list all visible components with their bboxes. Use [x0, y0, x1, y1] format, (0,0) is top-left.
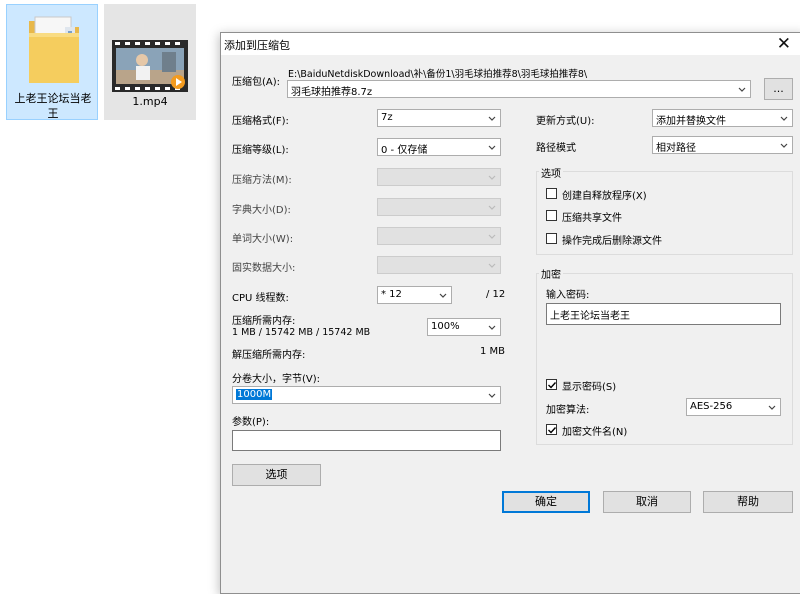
chevron-down-icon: [780, 116, 788, 121]
archive-name-combo[interactable]: 羽毛球拍推荐8.7z: [287, 80, 751, 98]
path-value: 相对路径: [656, 143, 696, 154]
split-select[interactable]: 1000M: [232, 386, 501, 404]
delete-checkbox[interactable]: [546, 233, 557, 244]
dict-select[interactable]: [377, 198, 501, 216]
chevron-down-icon: [768, 405, 776, 410]
solid-select[interactable]: [377, 256, 501, 274]
mem-comp-label: 压缩所需内存:: [232, 316, 296, 327]
password-input[interactable]: 上老王论坛当老王: [546, 303, 781, 325]
chevron-down-icon: [738, 87, 746, 92]
cpu-label: CPU 线程数:: [232, 293, 289, 304]
enc-method-label: 加密算法:: [546, 405, 590, 416]
chevron-down-icon: [488, 116, 496, 121]
chevron-down-icon: [488, 175, 496, 180]
ok-button[interactable]: 确定: [502, 491, 590, 513]
params-input[interactable]: [232, 430, 501, 451]
password-label: 输入密码:: [546, 290, 590, 301]
mem-percent-value: 100%: [431, 321, 460, 332]
options-group-title: 选项: [539, 165, 563, 180]
help-button[interactable]: 帮助: [703, 491, 793, 513]
options-button[interactable]: 选项: [232, 464, 321, 486]
word-select[interactable]: [377, 227, 501, 245]
format-select[interactable]: 7z: [377, 109, 501, 127]
update-value: 添加并替换文件: [656, 116, 726, 127]
chevron-down-icon: [488, 325, 496, 330]
cpu-value: * 12: [381, 289, 402, 300]
show-password-label[interactable]: 显示密码(S): [562, 378, 616, 393]
shared-label[interactable]: 压缩共享文件: [562, 209, 622, 224]
folder-label: 上老王论坛当老王: [14, 92, 92, 120]
close-icon[interactable]: ✕: [777, 34, 791, 54]
mem-decomp-label: 解压缩所需内存:: [232, 350, 306, 361]
method-label: 压缩方法(M):: [232, 175, 292, 186]
split-value: 1000M: [236, 389, 273, 400]
archive-label: 压缩包(A):: [232, 77, 281, 88]
enc-method-select[interactable]: AES-256: [686, 398, 781, 416]
dict-label: 字典大小(D):: [232, 205, 291, 216]
chevron-down-icon: [488, 263, 496, 268]
split-label: 分卷大小，字节(V):: [232, 374, 321, 385]
video-thumbnail-icon: [112, 40, 188, 92]
update-select[interactable]: 添加并替换文件: [652, 109, 793, 127]
sfx-label[interactable]: 创建自释放程序(X): [562, 187, 647, 202]
level-label: 压缩等级(L):: [232, 145, 289, 156]
chevron-down-icon: [488, 145, 496, 150]
desktop-video-item[interactable]: 1.mp4: [104, 4, 196, 120]
cancel-button[interactable]: 取消: [603, 491, 691, 513]
cpu-total: / 12: [486, 289, 506, 300]
path-select[interactable]: 相对路径: [652, 136, 793, 154]
check-icon: [548, 382, 557, 389]
check-icon: [548, 427, 557, 434]
format-label: 压缩格式(F):: [232, 116, 289, 127]
browse-button[interactable]: ...: [764, 78, 793, 100]
params-label: 参数(P):: [232, 417, 270, 428]
chevron-down-icon: [439, 293, 447, 298]
mem-comp-detail: 1 MB / 15742 MB / 15742 MB: [232, 327, 371, 338]
mem-percent-select[interactable]: 100%: [427, 318, 501, 336]
chevron-down-icon: [488, 234, 496, 239]
encrypt-names-label[interactable]: 加密文件名(N): [562, 423, 627, 438]
encrypt-names-checkbox[interactable]: [546, 424, 557, 435]
desktop-folder-item[interactable]: 上老王论坛当老王: [6, 4, 98, 120]
dialog-title: 添加到压缩包: [224, 39, 290, 52]
dialog-titlebar: 添加到压缩包 ✕: [221, 33, 800, 55]
word-label: 单词大小(W):: [232, 234, 294, 245]
cpu-select[interactable]: * 12: [377, 286, 452, 304]
delete-label[interactable]: 操作完成后删除源文件: [562, 232, 662, 247]
level-value: 0 - 仅存储: [381, 145, 428, 156]
archive-name-value: 羽毛球拍推荐8.7z: [291, 87, 373, 98]
chevron-down-icon: [780, 143, 788, 148]
folder-icon: [29, 16, 79, 83]
enc-method-value: AES-256: [690, 401, 733, 412]
shared-checkbox[interactable]: [546, 210, 557, 221]
sfx-checkbox[interactable]: [546, 188, 557, 199]
chevron-down-icon: [488, 393, 496, 398]
update-label: 更新方式(U):: [536, 116, 595, 127]
encryption-group-title: 加密: [539, 266, 563, 281]
solid-label: 固实数据大小:: [232, 263, 296, 274]
path-label: 路径模式: [536, 143, 576, 154]
show-password-checkbox[interactable]: [546, 379, 557, 390]
format-value: 7z: [381, 112, 393, 123]
method-select[interactable]: [377, 168, 501, 186]
chevron-down-icon: [488, 205, 496, 210]
add-to-archive-dialog: 添加到压缩包 ✕ 压缩包(A): E:\BaiduNetdiskDownload…: [220, 32, 800, 594]
level-select[interactable]: 0 - 仅存储: [377, 138, 501, 156]
mem-decomp-value: 1 MB: [480, 346, 506, 357]
video-label: 1.mp4: [132, 95, 168, 108]
archive-path: E:\BaiduNetdiskDownload\补\备份1\羽毛球拍推荐8\羽毛…: [288, 69, 588, 80]
